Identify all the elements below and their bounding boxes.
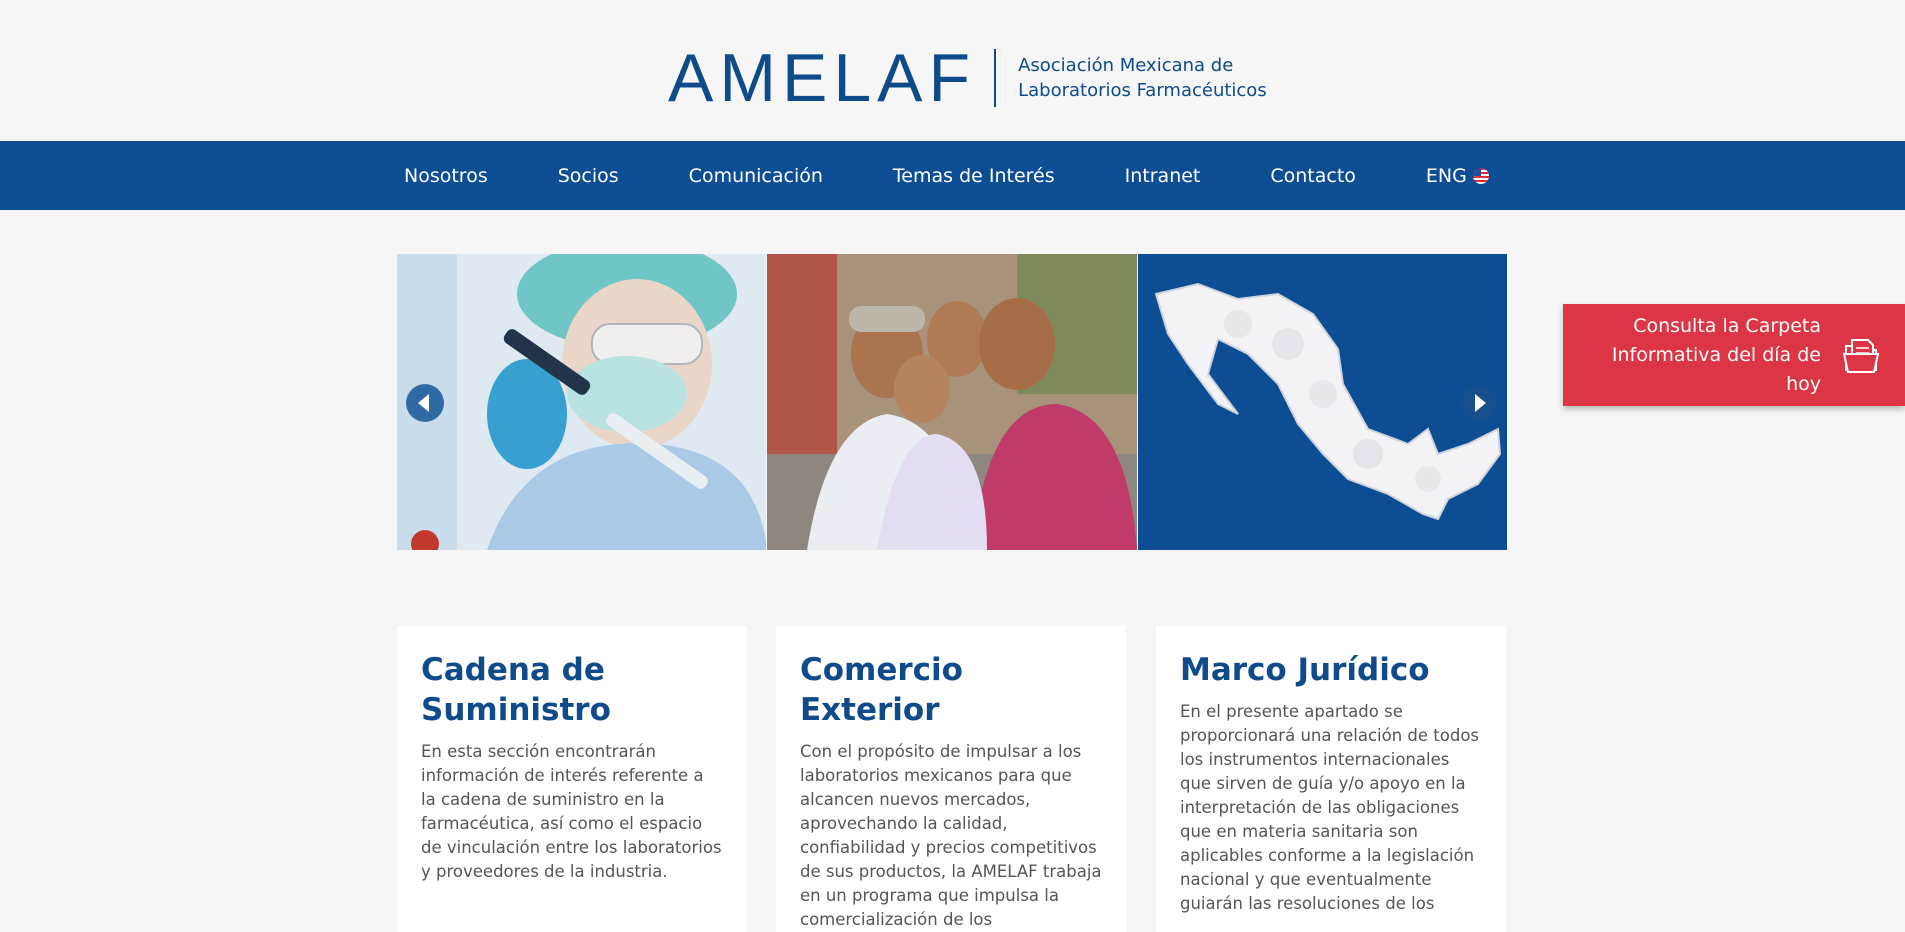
nav-list: Nosotros Socios Comunicación Temas de In…	[404, 141, 1489, 210]
slider-prev-button[interactable]	[406, 384, 444, 422]
logo-divider	[994, 49, 997, 107]
site-header: AMELAF Asociación Mexicana de Laboratori…	[0, 0, 1905, 141]
nav-item-temas-de-interes[interactable]: Temas de Interés	[893, 165, 1055, 187]
family-image	[767, 254, 1137, 550]
cta-label: Consulta la Carpeta Informativa del día …	[1611, 315, 1821, 395]
slider-next-button[interactable]	[1460, 384, 1498, 422]
card-body: Con el propósito de impulsar a los labor…	[800, 742, 1102, 929]
arrow-right-icon	[1461, 385, 1497, 421]
nav-item-comunicacion[interactable]: Comunicación	[689, 165, 823, 187]
lab-scientist-image	[397, 254, 767, 550]
nav-item-nosotros[interactable]: Nosotros	[404, 165, 488, 187]
tagline-line2: Laboratorios Farmacéuticos	[1018, 80, 1267, 101]
card-body: En el presente apartado se proporcionará…	[1180, 702, 1480, 913]
card-comercio-exterior[interactable]: Comercio Exterior Con el propósito de im…	[776, 626, 1126, 932]
main-navbar: Nosotros Socios Comunicación Temas de In…	[0, 141, 1905, 210]
card-body: En esta sección encontrarán información …	[421, 742, 722, 881]
us-flag-icon	[1472, 167, 1489, 184]
card-title: Marco Jurídico	[1180, 652, 1430, 688]
amelaf-logo[interactable]: AMELAF Asociación Mexicana de Laboratori…	[668, 44, 1267, 112]
carpeta-informativa-button[interactable]: Consulta la Carpeta Informativa del día …	[1563, 304, 1905, 406]
card-cadena-de-suministro[interactable]: Cadena de Suministro En esta sección enc…	[397, 626, 747, 932]
logo-tagline: Asociación Mexicana de Laboratorios Farm…	[1018, 53, 1267, 103]
nav-item-language[interactable]: ENG	[1426, 165, 1489, 187]
card-title: Cadena de Suministro	[421, 652, 611, 728]
card-marco-juridico[interactable]: Marco Jurídico En el presente apartado s…	[1156, 626, 1506, 932]
nav-item-socios[interactable]: Socios	[558, 165, 619, 187]
language-label: ENG	[1425, 164, 1467, 187]
tagline-line1: Asociación Mexicana de	[1018, 55, 1234, 76]
nav-item-contacto[interactable]: Contacto	[1270, 165, 1356, 187]
card-title: Comercio Exterior	[800, 652, 963, 728]
arrow-left-icon	[407, 385, 443, 421]
nav-item-intranet[interactable]: Intranet	[1125, 165, 1201, 187]
mexico-pill-map-image	[1137, 254, 1507, 550]
image-slider	[397, 254, 1507, 550]
folder-document-icon	[1842, 339, 1880, 373]
logo-wordmark: AMELAF	[668, 40, 977, 116]
